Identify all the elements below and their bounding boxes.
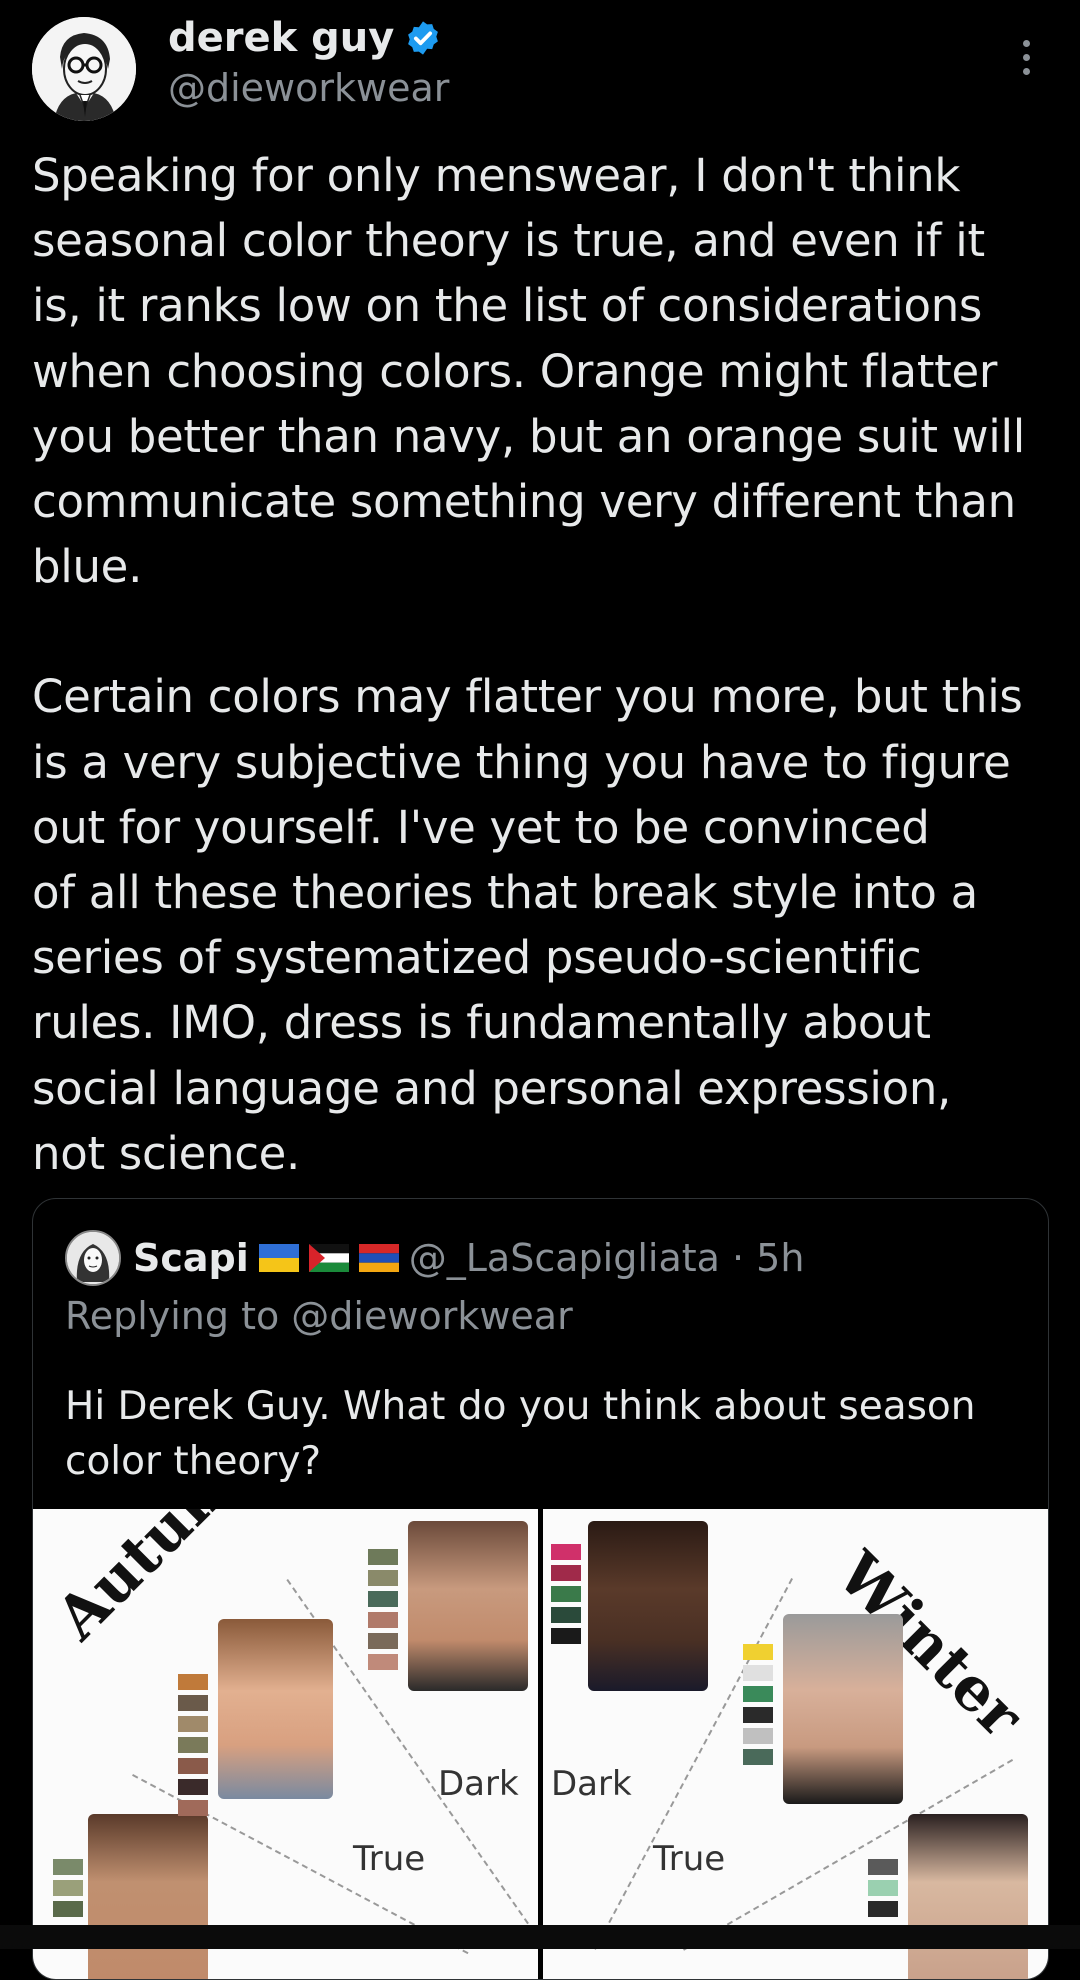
tweet-header: derek guy @dieworkwear bbox=[0, 0, 1080, 140]
author-name[interactable]: derek guy bbox=[168, 15, 442, 61]
portrait-photo bbox=[588, 1521, 708, 1691]
portrait-photo bbox=[783, 1614, 903, 1804]
quoted-author-name[interactable]: Scapi bbox=[133, 1236, 249, 1280]
quoted-tweet-text: Hi Derek Guy. What do you think about se… bbox=[65, 1384, 976, 1484]
portrait-photo bbox=[218, 1619, 333, 1799]
portrait-photo bbox=[408, 1521, 528, 1691]
replying-to[interactable]: Replying to @dieworkwear bbox=[65, 1294, 573, 1338]
author-handle[interactable]: @dieworkwear bbox=[168, 66, 449, 110]
quoted-tweet-header: Scapi @_LaScapigliata · 5h bbox=[65, 1230, 805, 1286]
autumn-panel: Autumn Dark True bbox=[33, 1509, 538, 1979]
portrait-photo bbox=[908, 1814, 1028, 1979]
winter-panel: Winter Dark True bbox=[543, 1509, 1048, 1979]
tweet-paragraph-1: Speaking for only menswear, I don't thin… bbox=[32, 149, 1025, 594]
armenia-flag-icon bbox=[358, 1244, 399, 1272]
color-swatches bbox=[368, 1549, 398, 1675]
autumn-true-label: True bbox=[353, 1839, 426, 1879]
color-swatches bbox=[743, 1644, 773, 1770]
quoted-tweet-image[interactable]: Autumn Dark True Winter Dark True bbox=[33, 1509, 1048, 1979]
winter-true-label: True bbox=[653, 1839, 726, 1879]
verified-badge-icon bbox=[408, 21, 439, 55]
bottom-bar bbox=[0, 1925, 1080, 1949]
quoted-author-avatar[interactable] bbox=[65, 1230, 121, 1286]
tweet-paragraph-2: Certain colors may flatter you more, but… bbox=[32, 670, 1023, 1180]
autumn-dark-label: Dark bbox=[438, 1764, 519, 1804]
portrait-photo bbox=[88, 1814, 208, 1979]
author-avatar[interactable] bbox=[32, 17, 136, 121]
tweet-body: Speaking for only menswear, I don't thin… bbox=[32, 143, 1052, 1186]
color-swatches bbox=[551, 1544, 581, 1649]
more-options-icon[interactable] bbox=[1014, 40, 1038, 80]
color-swatches bbox=[178, 1674, 208, 1821]
color-swatches bbox=[868, 1859, 898, 1922]
quoted-tweet[interactable]: Scapi @_LaScapigliata · 5h Replying to @… bbox=[32, 1198, 1049, 1980]
quoted-author-handle-time[interactable]: @_LaScapigliata · 5h bbox=[409, 1236, 805, 1280]
author-name-text[interactable]: derek guy bbox=[168, 15, 394, 61]
winter-dark-label: Dark bbox=[551, 1764, 632, 1804]
ukraine-flag-icon bbox=[258, 1244, 299, 1272]
color-swatches bbox=[53, 1859, 83, 1922]
palestine-flag-icon bbox=[308, 1244, 349, 1272]
